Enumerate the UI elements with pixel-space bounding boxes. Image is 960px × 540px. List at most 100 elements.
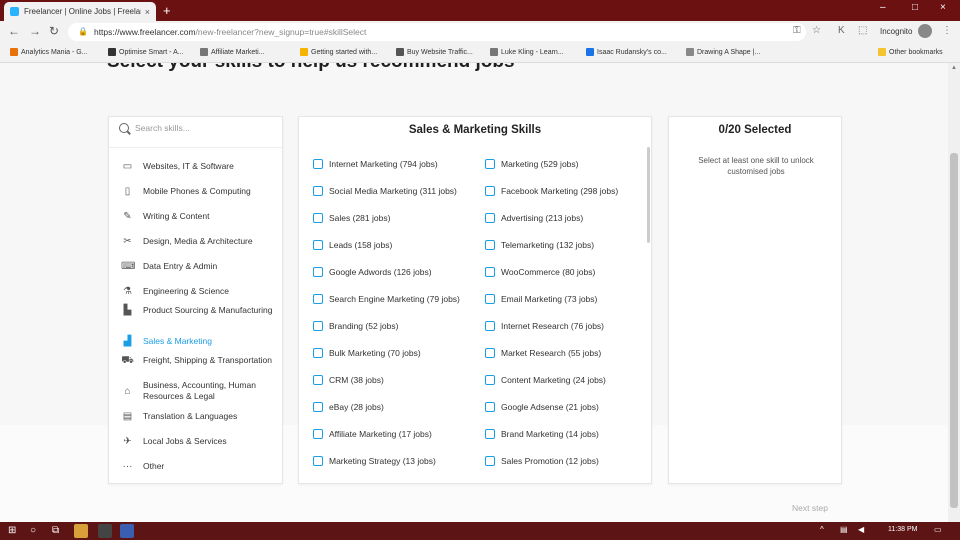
tray-chevron-icon[interactable]: ^ (820, 525, 824, 534)
bookmark-item[interactable]: Getting started with... (300, 48, 377, 56)
skill-checkbox-item[interactable]: Facebook Marketing (298 jobs) (485, 186, 618, 196)
minimize-button[interactable]: – (880, 2, 886, 13)
page-scrollbar[interactable]: ▲ (948, 63, 960, 522)
checkbox[interactable] (485, 159, 495, 169)
category-item[interactable]: ✂ Design, Media & Architecture (121, 236, 281, 247)
checkbox[interactable] (485, 294, 495, 304)
skill-checkbox-item[interactable]: WooCommerce (80 jobs) (485, 267, 595, 277)
browser-tab[interactable]: Freelancer | Online Jobs | Freelan × (4, 2, 156, 21)
skill-checkbox-item[interactable]: Marketing (529 jobs) (485, 159, 578, 169)
volume-icon[interactable]: ◀ (858, 525, 864, 534)
new-tab-button[interactable]: + (163, 3, 171, 18)
close-window-button[interactable]: × (940, 2, 946, 13)
extension-icon[interactable]: K (838, 25, 845, 36)
checkbox[interactable] (313, 213, 323, 223)
checkbox[interactable] (485, 402, 495, 412)
category-item[interactable]: ▤ Translation & Languages (121, 411, 281, 422)
skill-checkbox-item[interactable]: eBay (28 jobs) (313, 402, 384, 412)
checkbox[interactable] (313, 267, 323, 277)
skill-checkbox-item[interactable]: Leads (158 jobs) (313, 240, 392, 250)
category-item[interactable]: ▯ Mobile Phones & Computing (121, 186, 281, 197)
checkbox[interactable] (313, 456, 323, 466)
category-item[interactable]: ✈ Local Jobs & Services (121, 436, 281, 447)
skill-checkbox-item[interactable]: Bulk Marketing (70 jobs) (313, 348, 421, 358)
bookmark-item[interactable]: Luke Kling - Learn... (490, 48, 564, 56)
extension-icon-2[interactable]: ⬚ (858, 25, 867, 36)
checkbox[interactable] (485, 186, 495, 196)
checkbox[interactable] (313, 240, 323, 250)
skill-checkbox-item[interactable]: Email Marketing (73 jobs) (485, 294, 597, 304)
checkbox[interactable] (313, 429, 323, 439)
tab-close-icon[interactable]: × (145, 7, 150, 17)
category-item[interactable]: ▙ Product Sourcing & Manufacturing (121, 305, 281, 316)
skill-checkbox-item[interactable]: Market Research (55 jobs) (485, 348, 601, 358)
forward-arrow-icon[interactable]: → (29, 24, 41, 38)
back-arrow-icon[interactable]: ← (8, 24, 20, 38)
checkbox[interactable] (313, 375, 323, 385)
network-icon[interactable]: ▤ (840, 525, 848, 534)
bookmark-item[interactable]: Buy Website Traffic... (396, 48, 473, 56)
checkbox[interactable] (485, 321, 495, 331)
category-item[interactable]: ⚗ Engineering & Science (121, 286, 281, 297)
checkbox[interactable] (313, 402, 323, 412)
skill-search[interactable]: Search skills... (119, 123, 190, 133)
notification-icon[interactable]: ▭ (934, 525, 942, 534)
camera-app-icon[interactable] (98, 524, 112, 538)
skill-checkbox-item[interactable]: Social Media Marketing (311 jobs) (313, 186, 457, 196)
reload-icon[interactable]: ↻ (49, 24, 59, 38)
checkbox[interactable] (485, 456, 495, 466)
incognito-avatar-icon[interactable] (918, 24, 932, 38)
scroll-up-icon[interactable]: ▲ (951, 65, 957, 71)
skill-checkbox-item[interactable]: Branding (52 jobs) (313, 321, 398, 331)
skill-checkbox-item[interactable]: Advertising (213 jobs) (485, 213, 583, 223)
search-input[interactable]: Search skills... (135, 123, 190, 133)
skill-checkbox-item[interactable]: Google Adwords (126 jobs) (313, 267, 432, 277)
skill-checkbox-item[interactable]: Marketing Strategy (13 jobs) (313, 456, 436, 466)
skill-checkbox-item[interactable]: Internet Marketing (794 jobs) (313, 159, 438, 169)
bookmark-item[interactable]: Other bookmarks (878, 48, 943, 56)
category-item[interactable]: ⌂ Business, Accounting, Human Resources &… (121, 380, 281, 402)
checkbox[interactable] (485, 375, 495, 385)
checkbox[interactable] (485, 267, 495, 277)
category-item[interactable]: ··· Other (121, 461, 281, 472)
notes-app-icon[interactable] (120, 524, 134, 538)
skill-checkbox-item[interactable]: CRM (38 jobs) (313, 375, 384, 385)
next-step-button[interactable]: Next step (778, 499, 842, 517)
taskbar-clock[interactable]: 11:38 PM (888, 526, 917, 533)
task-view-icon[interactable]: ⧉ (52, 525, 59, 536)
checkbox[interactable] (485, 429, 495, 439)
bookmark-item[interactable]: Analytics Mania - G... (10, 48, 88, 56)
chrome-app-icon[interactable] (74, 524, 88, 538)
bookmark-item[interactable]: Drawing A Shape |... (686, 48, 760, 56)
bookmark-star-icon[interactable]: ☆ (812, 25, 821, 36)
skill-checkbox-item[interactable]: Sales Promotion (12 jobs) (485, 456, 599, 466)
checkbox[interactable] (485, 240, 495, 250)
category-item[interactable]: ✎ Writing & Content (121, 211, 281, 222)
checkbox[interactable] (313, 294, 323, 304)
bookmark-item[interactable]: Optimise Smart - A... (108, 48, 184, 56)
skill-checkbox-item[interactable]: Affiliate Marketing (17 jobs) (313, 429, 432, 439)
skill-checkbox-item[interactable]: Internet Research (76 jobs) (485, 321, 604, 331)
checkbox[interactable] (313, 159, 323, 169)
category-item[interactable]: ▭ Websites, IT & Software (121, 161, 281, 172)
key-icon[interactable]: ⚿ (793, 25, 801, 36)
skill-checkbox-item[interactable]: Brand Marketing (14 jobs) (485, 429, 599, 439)
skills-scrollbar[interactable] (647, 147, 650, 243)
address-bar[interactable]: 🔒 https://www.freelancer.com /new-freela… (68, 23, 806, 41)
skill-checkbox-item[interactable]: Content Marketing (24 jobs) (485, 375, 606, 385)
page-scrollbar-thumb[interactable] (950, 153, 958, 508)
maximize-button[interactable]: □ (912, 2, 918, 13)
windows-start-icon[interactable]: ⊞ (8, 525, 16, 536)
bookmark-item[interactable]: Affiliate Marketi... (200, 48, 265, 56)
category-item[interactable]: ⛟ Freight, Shipping & Transportation (121, 355, 281, 366)
checkbox[interactable] (485, 213, 495, 223)
skill-checkbox-item[interactable]: Sales (281 jobs) (313, 213, 390, 223)
bookmark-item[interactable]: Isaac Rudansky's co... (586, 48, 667, 56)
checkbox[interactable] (485, 348, 495, 358)
checkbox[interactable] (313, 348, 323, 358)
menu-dots-icon[interactable]: ⋮ (942, 25, 952, 36)
search-circle-icon[interactable]: ○ (30, 525, 36, 536)
skill-checkbox-item[interactable]: Telemarketing (132 jobs) (485, 240, 594, 250)
checkbox[interactable] (313, 186, 323, 196)
category-item[interactable]: ▟ Sales & Marketing (121, 336, 281, 347)
